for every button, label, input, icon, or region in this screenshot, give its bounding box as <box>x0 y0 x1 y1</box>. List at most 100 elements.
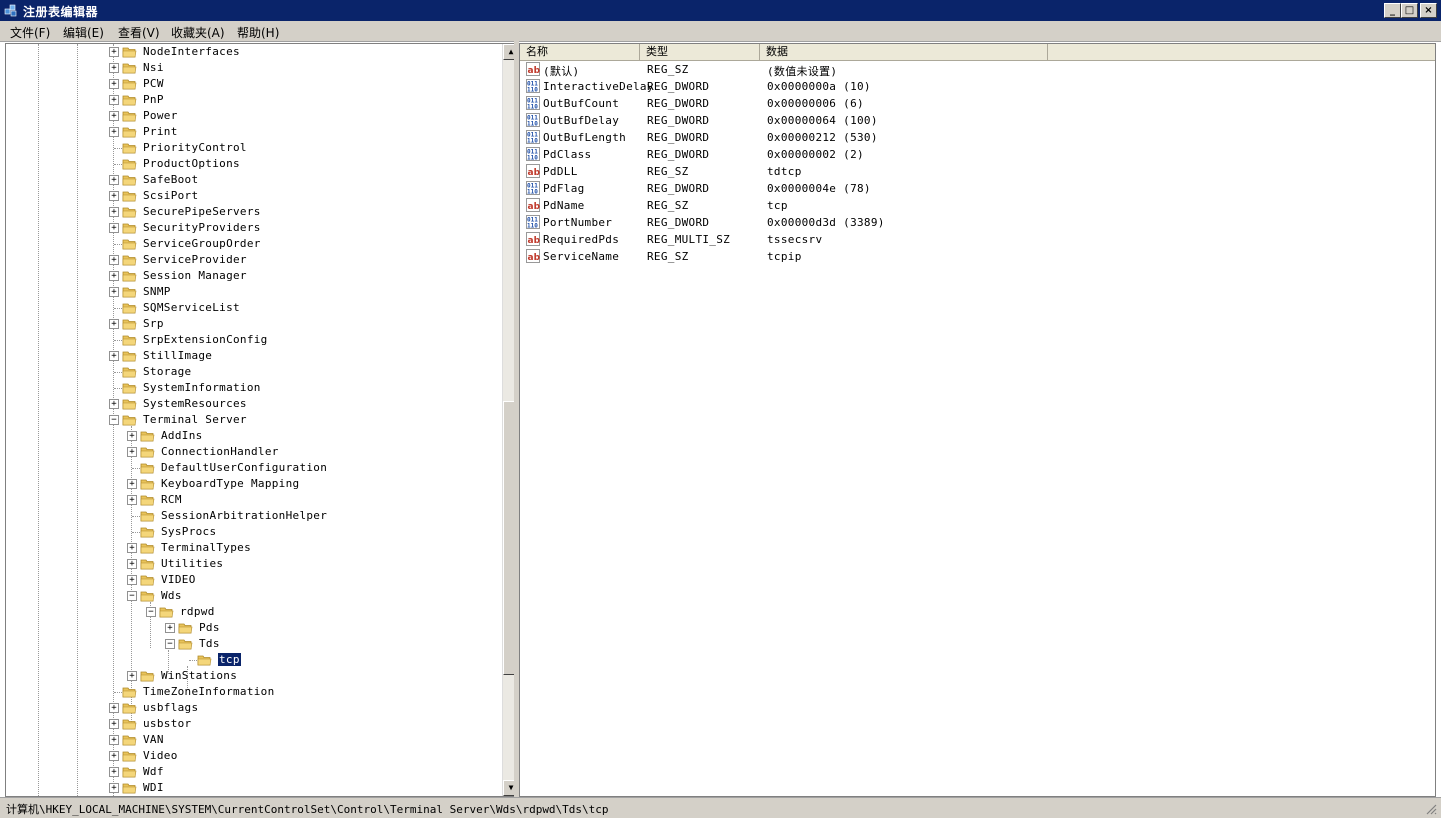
tree-node-label[interactable]: ProductOptions <box>143 157 240 170</box>
tree-node[interactable]: + AddIns <box>6 428 496 444</box>
menu-favorites[interactable]: 收藏夹(A) <box>171 24 225 41</box>
tree-node[interactable]: + WDI <box>6 780 496 796</box>
tree-node-label[interactable]: TimeZoneInformation <box>143 685 275 698</box>
expand-plus-icon[interactable]: + <box>127 479 137 489</box>
value-row[interactable]: ab (默认) REG_SZ (数值未设置) <box>520 61 1435 78</box>
expand-plus-icon[interactable]: + <box>109 175 119 185</box>
tree-node[interactable]: − Tds <box>6 636 496 652</box>
minimize-button[interactable]: _ <box>1384 3 1401 18</box>
expand-plus-icon[interactable]: + <box>109 95 119 105</box>
tree-node-label[interactable]: SNMP <box>143 285 171 298</box>
tree-node-label[interactable]: SecurityProviders <box>143 221 261 234</box>
tree-node-label[interactable]: Utilities <box>161 557 223 570</box>
tree-node-label[interactable]: SysProcs <box>161 525 216 538</box>
tree-node[interactable]: + SecurePipeServers <box>6 204 496 220</box>
tree-node[interactable]: + ScsiPort <box>6 188 496 204</box>
tree-node[interactable]: − Terminal Server <box>6 412 496 428</box>
values-list[interactable]: 名称 类型 数据 ab (默认) REG_SZ (数值未设置) 011 110 Intera… <box>519 43 1436 797</box>
tree-node-label[interactable]: Wdf <box>143 765 164 778</box>
tree-node-label[interactable]: usbstor <box>143 717 191 730</box>
expand-plus-icon[interactable]: + <box>127 431 137 441</box>
expand-plus-icon[interactable]: + <box>109 351 119 361</box>
tree-node-label[interactable]: SafeBoot <box>143 173 198 186</box>
tree-node-label[interactable]: VIDEO <box>161 573 196 586</box>
value-row[interactable]: ab PdName REG_SZ tcp <box>520 197 1435 214</box>
tree-node-label[interactable]: Storage <box>143 365 191 378</box>
tree-node-label[interactable]: WDI <box>143 781 164 794</box>
expand-plus-icon[interactable]: + <box>109 63 119 73</box>
tree-node-label[interactable]: Terminal Server <box>143 413 247 426</box>
tree-node-label[interactable]: PriorityControl <box>143 141 247 154</box>
tree-node-label[interactable]: ScsiPort <box>143 189 198 202</box>
expand-plus-icon[interactable]: + <box>109 111 119 121</box>
expand-plus-icon[interactable]: + <box>109 767 119 777</box>
tree-node[interactable]: SQMServiceList <box>6 300 496 316</box>
tree-node-label[interactable]: usbflags <box>143 701 198 714</box>
expand-plus-icon[interactable]: + <box>109 319 119 329</box>
expand-plus-icon[interactable]: + <box>109 207 119 217</box>
tree-node-label[interactable]: AddIns <box>161 429 203 442</box>
expand-plus-icon[interactable]: + <box>127 543 137 553</box>
column-header-name[interactable]: 名称 <box>520 44 640 60</box>
tree-node-label[interactable]: PCW <box>143 77 164 90</box>
expand-plus-icon[interactable]: + <box>109 735 119 745</box>
tree-node-label[interactable]: ConnectionHandler <box>161 445 279 458</box>
tree-node-label[interactable]: NodeInterfaces <box>143 45 240 58</box>
expand-plus-icon[interactable]: + <box>165 623 175 633</box>
value-row[interactable]: 011 110 PdClass REG_DWORD 0x00000002 (2) <box>520 146 1435 163</box>
menu-view[interactable]: 查看(V) <box>118 24 160 41</box>
tree-node[interactable]: DefaultUserConfiguration <box>6 460 496 476</box>
expand-plus-icon[interactable]: + <box>109 783 119 793</box>
tree-node[interactable]: + Power <box>6 108 496 124</box>
value-row[interactable]: ab PdDLL REG_SZ tdtcp <box>520 163 1435 180</box>
tree-node[interactable]: tcp <box>6 652 496 668</box>
tree-node[interactable]: + Srp <box>6 316 496 332</box>
value-row[interactable]: 011 110 OutBufLength REG_DWORD 0x00000212 (5… <box>520 129 1435 146</box>
expand-plus-icon[interactable]: + <box>109 127 119 137</box>
tree-node[interactable]: + Utilities <box>6 556 496 572</box>
tree-node[interactable]: + NodeInterfaces <box>6 44 496 60</box>
tree-node-label[interactable]: DefaultUserConfiguration <box>161 461 327 474</box>
expand-plus-icon[interactable]: + <box>109 47 119 57</box>
tree-node-label[interactable]: SystemResources <box>143 397 247 410</box>
tree-node[interactable]: + ConnectionHandler <box>6 444 496 460</box>
tree-node-label[interactable]: Tds <box>199 637 220 650</box>
tree-node[interactable]: − rdpwd <box>6 604 496 620</box>
tree-node[interactable]: + Print <box>6 124 496 140</box>
tree-node-label[interactable]: Power <box>143 109 178 122</box>
menu-file[interactable]: 文件(F) <box>10 24 50 41</box>
tree-node[interactable]: + SecurityProviders <box>6 220 496 236</box>
menu-help[interactable]: 帮助(H) <box>237 24 279 41</box>
tree-node-label[interactable]: ServiceGroupOrder <box>143 237 261 250</box>
tree-node[interactable]: + TerminalTypes <box>6 540 496 556</box>
expand-plus-icon[interactable]: + <box>127 559 137 569</box>
registry-tree[interactable]: + NodeInterfaces + Nsi + PCW + PnP + Power + Print P… <box>5 43 515 797</box>
value-row[interactable]: ab ServiceName REG_SZ tcpip <box>520 248 1435 265</box>
maximize-button[interactable]: □ <box>1401 3 1418 18</box>
tree-node[interactable]: Storage <box>6 364 496 380</box>
tree-node[interactable]: + RCM <box>6 492 496 508</box>
expand-plus-icon[interactable]: + <box>109 223 119 233</box>
tree-node[interactable]: + Session Manager <box>6 268 496 284</box>
tree-node-label[interactable]: Nsi <box>143 61 164 74</box>
tree-node-label[interactable]: KeyboardType Mapping <box>161 477 299 490</box>
tree-node[interactable]: + KeyboardType Mapping <box>6 476 496 492</box>
tree-node[interactable]: SessionArbitrationHelper <box>6 508 496 524</box>
expand-plus-icon[interactable]: + <box>109 271 119 281</box>
tree-node[interactable]: ServiceGroupOrder <box>6 236 496 252</box>
tree-node-label[interactable]: Video <box>143 749 178 762</box>
expand-plus-icon[interactable]: + <box>109 719 119 729</box>
close-button[interactable]: × <box>1420 3 1437 18</box>
expand-plus-icon[interactable]: + <box>127 495 137 505</box>
expand-plus-icon[interactable]: + <box>127 575 137 585</box>
tree-node-label[interactable]: SQMServiceList <box>143 301 240 314</box>
value-row[interactable]: 011 110 OutBufDelay REG_DWORD 0x00000064 (10… <box>520 112 1435 129</box>
tree-node-label[interactable]: TerminalTypes <box>161 541 251 554</box>
column-header-data[interactable]: 数据 <box>760 44 1048 60</box>
tree-node[interactable]: + SNMP <box>6 284 496 300</box>
tree-node-label[interactable]: WinStations <box>161 669 237 682</box>
tree-node-label[interactable]: Print <box>143 125 178 138</box>
tree-node[interactable]: + SafeBoot <box>6 172 496 188</box>
column-header-type[interactable]: 类型 <box>640 44 760 60</box>
tree-node-label[interactable]: PnP <box>143 93 164 106</box>
